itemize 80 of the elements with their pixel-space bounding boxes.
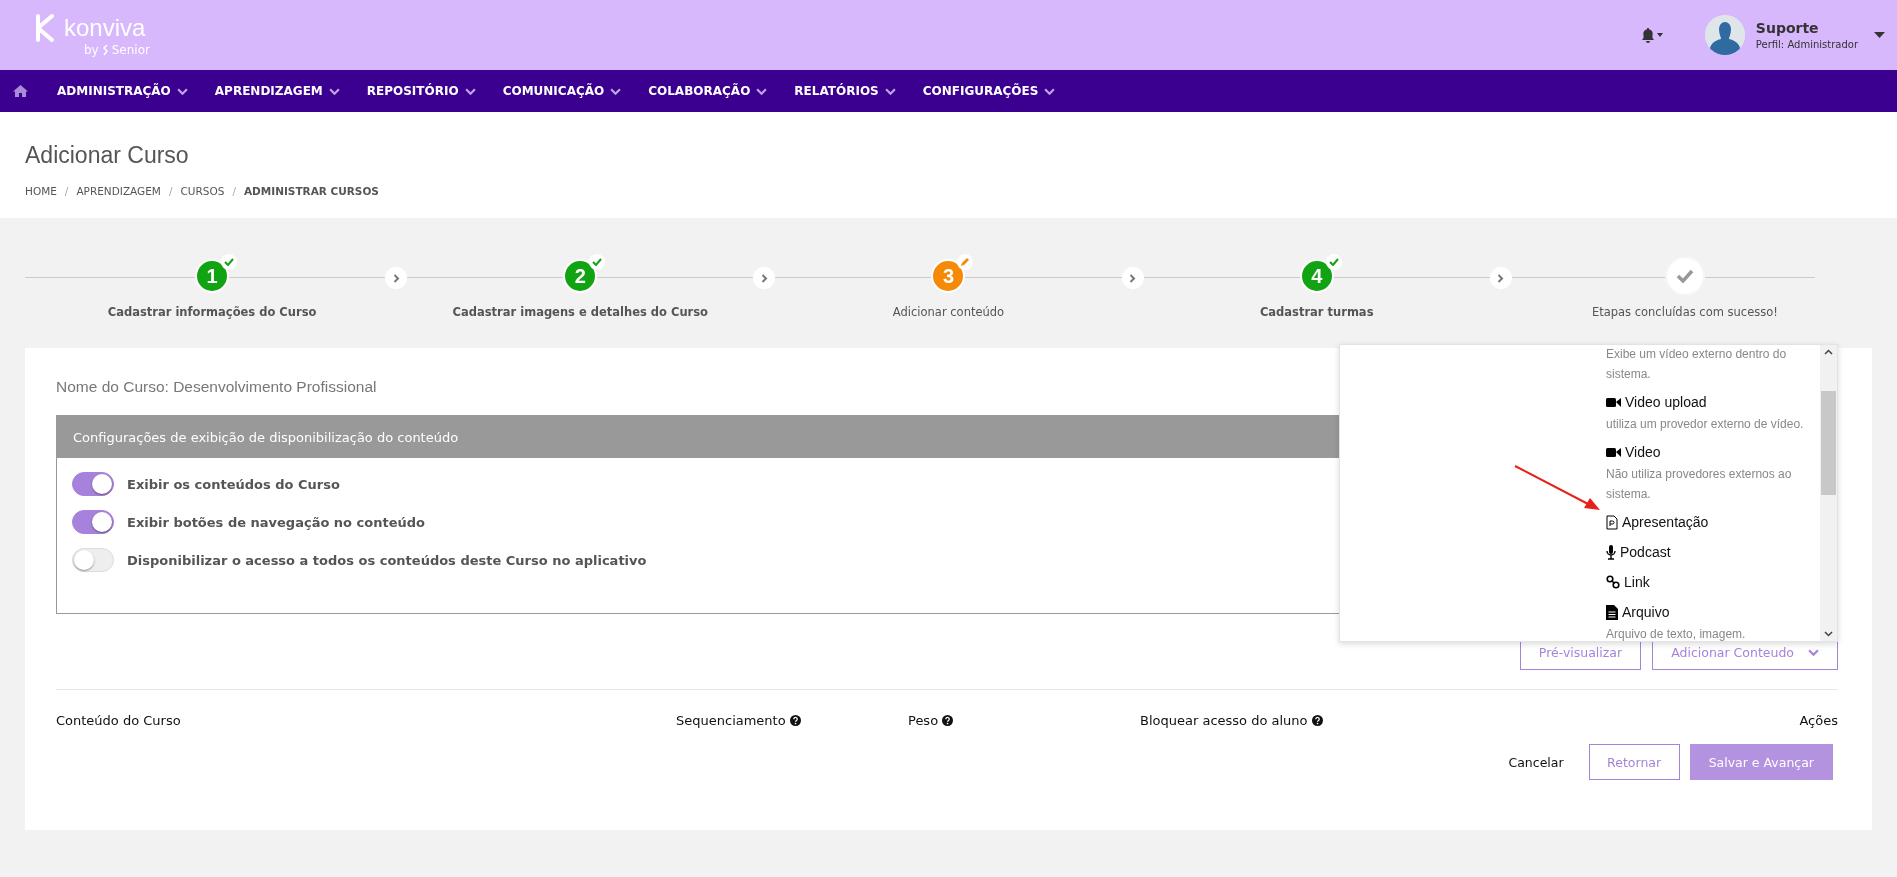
help-icon[interactable] xyxy=(1311,715,1323,726)
step-number: 2 xyxy=(563,259,598,293)
step-number: 1 xyxy=(195,259,230,293)
home-icon[interactable] xyxy=(13,85,28,97)
cancel-button[interactable]: Cancelar xyxy=(1508,754,1564,770)
toggle-switch[interactable] xyxy=(72,510,114,534)
course-name: Nome do Curso: Desenvolvimento Profissional xyxy=(56,378,378,396)
toggle-label: Exibir os conteúdos do Curso xyxy=(127,476,340,492)
step-number: 3 xyxy=(931,259,966,293)
menu-option[interactable]: Arquivo xyxy=(1606,598,1820,624)
breadcrumb-item: ADMINISTRAR CURSOS xyxy=(243,185,379,197)
notifications-button[interactable] xyxy=(1640,27,1663,43)
step-label: Etapas concluídas com sucesso! xyxy=(1591,305,1778,319)
menu-option[interactable]: Podcast xyxy=(1606,538,1820,564)
logo-brand: Senior xyxy=(111,43,150,57)
logo-text: konviva xyxy=(64,14,146,42)
menu-item[interactable]: COLABORAÇÃO xyxy=(648,84,768,98)
option-description: Exibe um vídeo externo dentro do sistema. xyxy=(1606,346,1788,383)
menu-item[interactable]: APRENDIZAGEM xyxy=(214,84,340,98)
help-icon[interactable] xyxy=(789,715,801,726)
link-icon xyxy=(1606,575,1620,589)
chevron-down-icon xyxy=(328,87,340,95)
step-label: Cadastrar turmas xyxy=(1259,305,1374,319)
help-icon[interactable] xyxy=(942,715,954,726)
menu-item[interactable]: COMUNICAÇÃO xyxy=(502,84,622,98)
toggle-label: Disponibilizar o acesso a todos os conteúdos deste Curso no aplicativo xyxy=(127,552,647,568)
column-header: Bloquear acesso do aluno xyxy=(1140,713,1308,728)
video-camera-icon xyxy=(1606,446,1621,458)
breadcrumb-item[interactable]: HOME xyxy=(25,185,57,197)
toggle-switch[interactable] xyxy=(72,472,114,496)
step-number: 4 xyxy=(1299,259,1334,293)
breadcrumb-separator: / xyxy=(168,185,173,197)
option-description: utiliza um provedor externo de vídeo. xyxy=(1606,416,1805,433)
step-label: Cadastrar imagens e detalhes do Curso xyxy=(452,305,708,319)
caret-icon xyxy=(1656,33,1663,37)
bell-icon xyxy=(1640,27,1655,43)
video-camera-icon xyxy=(1606,396,1621,408)
check-badge-icon xyxy=(221,254,238,270)
menu-option[interactable]: Apresentação xyxy=(1606,508,1820,534)
page-title: Adicionar Curso xyxy=(25,142,190,169)
avatar-silhouette xyxy=(1704,15,1745,55)
s-mark-icon xyxy=(101,44,109,56)
user-profile: Perfil: Administrador xyxy=(1755,39,1858,50)
breadcrumb-separator: / xyxy=(64,185,69,197)
column-header: Conteúdo do Curso xyxy=(56,713,181,728)
breadcrumb-item[interactable]: CURSOS xyxy=(180,185,225,197)
menu-item[interactable]: ADMINISTRAÇÃO xyxy=(57,84,188,98)
column-header: Peso xyxy=(908,713,939,728)
chevron-down-icon xyxy=(176,87,188,95)
chevron-down-icon xyxy=(884,87,896,95)
user-menu-caret-icon[interactable] xyxy=(1874,32,1885,38)
scrollbar[interactable] xyxy=(1820,345,1837,641)
menu-option[interactable]: Video upload xyxy=(1606,388,1820,414)
scroll-up-icon[interactable] xyxy=(1824,349,1833,355)
option-description: Não utiliza provedores externos ao sistema. xyxy=(1606,466,1793,503)
check-badge-icon xyxy=(1325,254,1342,270)
menu-item[interactable]: CONFIGURAÇÕES xyxy=(922,84,1056,98)
document-icon xyxy=(1606,514,1618,530)
breadcrumb-item[interactable]: APRENDIZAGEM xyxy=(76,185,161,197)
user-name: Suporte xyxy=(1755,20,1820,36)
menu-item[interactable]: RELATÓRIOS xyxy=(794,84,896,98)
column-header: Ações xyxy=(1799,713,1838,728)
check-badge-icon xyxy=(589,254,606,270)
pencil-badge-icon xyxy=(957,254,974,270)
chevron-down-icon xyxy=(1808,648,1819,656)
step-label: Cadastrar informações do Curso xyxy=(107,305,317,319)
scroll-down-icon[interactable] xyxy=(1824,631,1833,637)
column-header: Sequenciamento xyxy=(676,713,786,728)
menu-item[interactable]: REPOSITÓRIO xyxy=(366,84,476,98)
breadcrumb-separator: / xyxy=(232,185,236,197)
chevron-down-icon xyxy=(1044,87,1056,95)
microphone-icon xyxy=(1606,544,1616,560)
file-icon xyxy=(1606,604,1618,620)
toggle-label: Exibir botões de navegação no conteúdo xyxy=(127,514,425,530)
chevron-down-icon xyxy=(464,87,476,95)
step-label: Adicionar conteúdo xyxy=(892,305,1005,319)
menu-option[interactable]: Link xyxy=(1606,568,1820,594)
chevron-down-icon xyxy=(610,87,622,95)
logo-subtext: by xyxy=(84,43,99,57)
chevron-down-icon xyxy=(756,87,768,95)
